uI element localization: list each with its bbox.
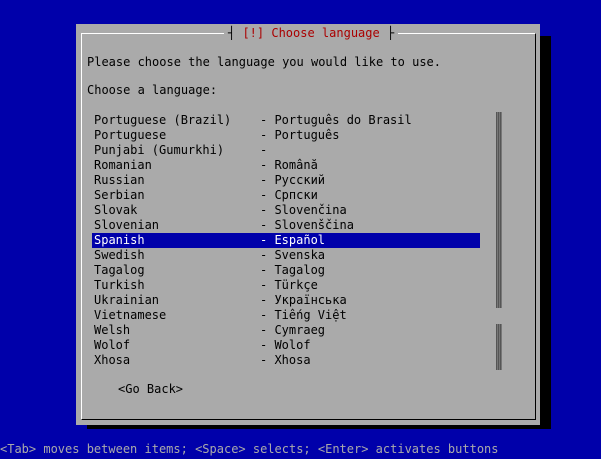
language-native-name: - Cymraeg [260,323,326,337]
scrollbar-upper-segment[interactable] [496,112,502,308]
language-name: Vietnamese [94,308,167,322]
language-native-name: - Português [260,128,340,142]
title-left-bracket: ┤ [228,26,243,40]
language-native-name: - Українська [260,293,347,307]
language-name: Portuguese [94,128,167,142]
language-item[interactable]: Wolof - Wolof [92,338,480,353]
language-native-name: - Tiếng Việt [260,308,347,322]
list-label: Choose a language: [87,83,218,97]
language-native-name: - Português do Brasil [260,113,412,127]
language-item[interactable]: Romanian - Română [92,158,480,173]
list-scrollbar[interactable] [496,112,502,370]
language-name: Ukrainian [94,293,160,307]
language-native-name: - Српски [260,188,318,202]
language-item[interactable]: Ukrainian - Українська [92,293,480,308]
language-item[interactable]: Vietnamese - Tiếng Việt [92,308,480,323]
language-dialog: ┤ [!] Choose language ├ Please choose th… [76,24,540,425]
scrollbar-lower-segment[interactable] [496,324,502,370]
title-right-bracket: ├ [379,26,395,40]
language-item[interactable]: Punjabi (Gumurkhi) - [92,143,480,158]
language-name: Wolof [94,338,131,352]
go-back-button[interactable]: <Go Back> [118,382,183,397]
help-line: <Tab> moves between items; <Space> selec… [0,442,499,456]
language-item[interactable]: Turkish - Türkçe [92,278,480,293]
language-native-name: - Română [260,158,318,172]
language-item[interactable]: Portuguese - Português [92,128,480,143]
language-name: Romanian [94,158,152,172]
language-item[interactable]: Welsh - Cymraeg [92,323,480,338]
language-name: Turkish [94,278,145,292]
language-native-name: - Русский [260,173,326,187]
language-name: Swedish [94,248,145,262]
language-item[interactable]: Russian - Русский [92,173,480,188]
language-item[interactable]: Slovak - Slovenčina [92,203,480,218]
dialog-prompt: Please choose the language you would lik… [87,55,442,69]
language-list[interactable]: Portuguese (Brazil) - Português do Brasil… [92,113,480,368]
language-name: Punjabi (Gumurkhi) [94,143,225,157]
language-name: Serbian [94,188,145,202]
language-item[interactable]: Slovenian - Slovenščina [92,218,480,233]
language-name: Slovenian [94,218,160,232]
language-native-name: - [260,143,268,157]
language-item[interactable]: Xhosa - Xhosa [92,353,480,368]
dialog-title-bar: ┤ [!] Choose language ├ [224,24,399,42]
language-name: Russian [94,173,145,187]
language-name: Portuguese (Brazil) [94,113,232,127]
language-name: Welsh [94,323,131,337]
language-native-name: - Xhosa [260,353,311,367]
dialog-title: [!] Choose language [242,26,380,40]
language-native-name: - Slovenščina [260,218,354,232]
language-item[interactable]: Portuguese (Brazil) - Português do Brasil [92,113,480,128]
language-item-selected[interactable]: Spanish - Español [92,233,480,248]
language-native-name: - Slovenčina [260,203,347,217]
language-item[interactable]: Serbian - Српски [92,188,480,203]
language-native-name: - Wolof [260,338,311,352]
language-native-name: - Tagalog [260,263,326,277]
language-native-name: - Svenska [260,248,326,262]
language-name: Slovak [94,203,138,217]
language-name: Xhosa [94,353,131,367]
language-item[interactable]: Swedish - Svenska [92,248,480,263]
language-item[interactable]: Tagalog - Tagalog [92,263,480,278]
language-native-name: - Türkçe [260,278,318,292]
language-name: Spanish [94,233,145,247]
language-name: Tagalog [94,263,145,277]
language-native-name: - Español [260,233,326,247]
